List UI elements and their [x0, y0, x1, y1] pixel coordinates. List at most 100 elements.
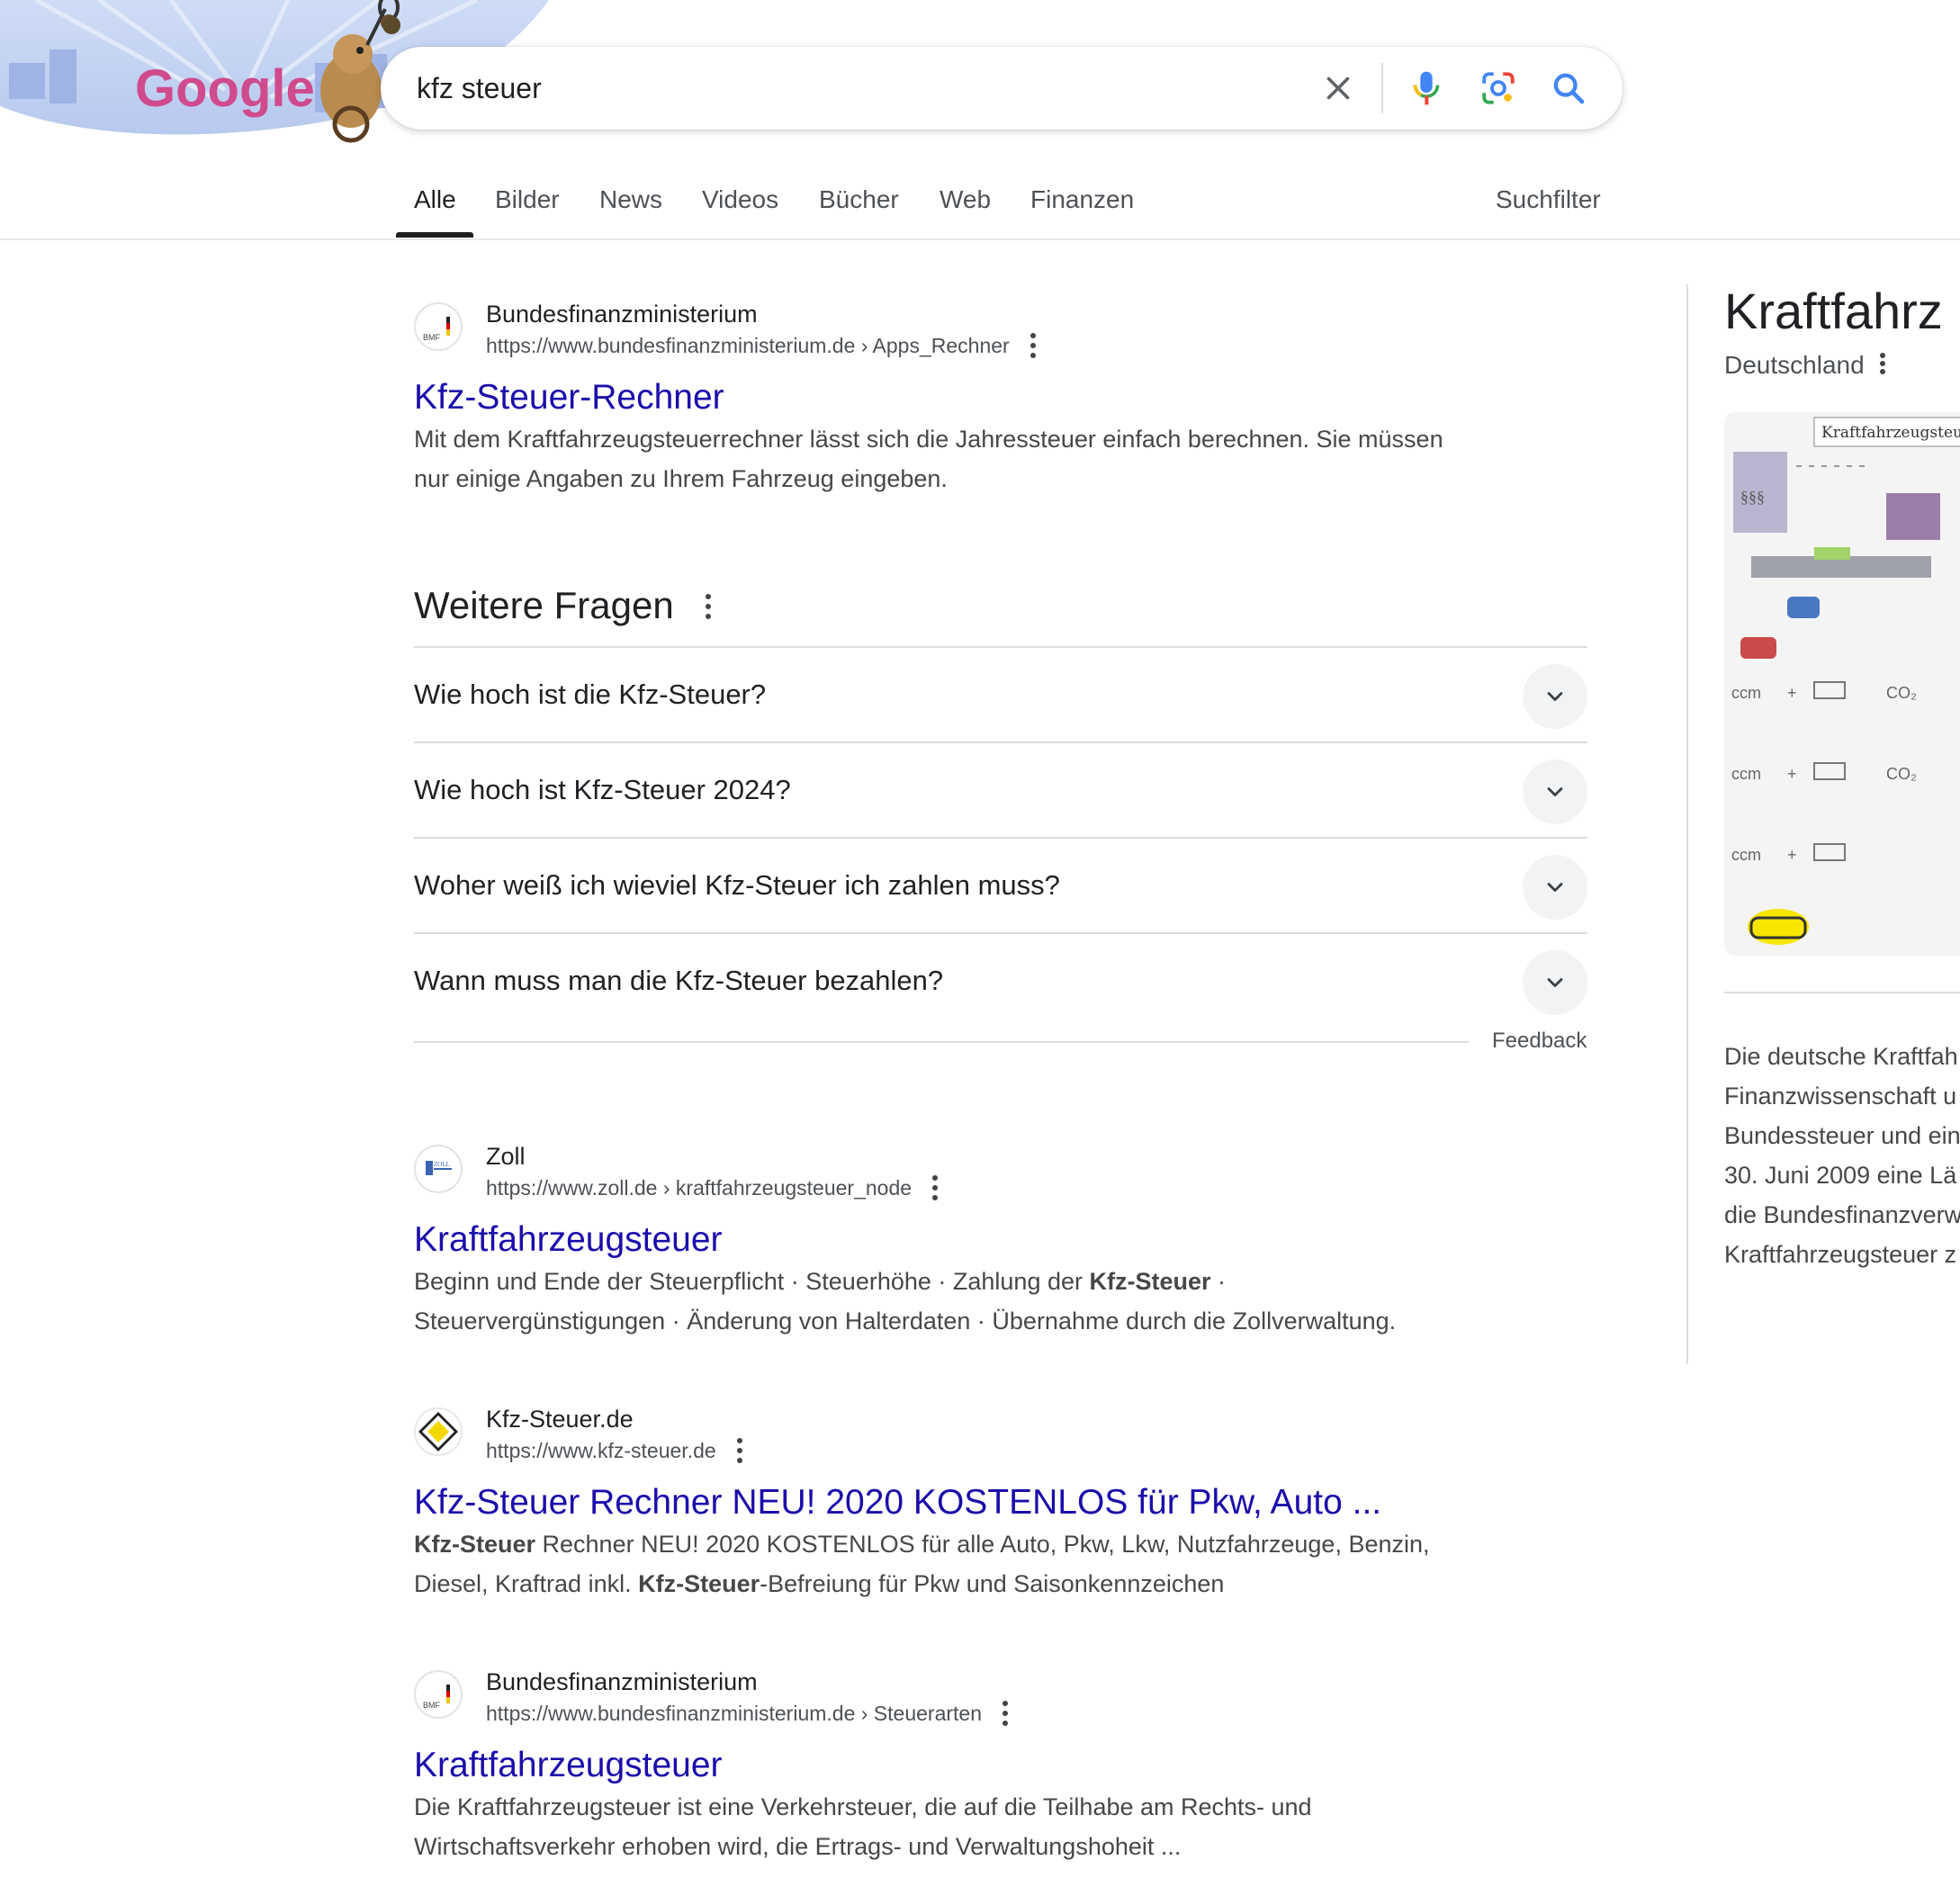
paa-bottom-divider: [414, 1041, 1469, 1043]
infographic-label: CO₂: [1886, 684, 1917, 702]
result-url-text: https://www.zoll.de › kraftfahrzeugsteue…: [486, 1176, 913, 1200]
infographic-heading: Kraftfahrzeugsteue: [1821, 424, 1960, 442]
infographic-label: CO₂: [1886, 765, 1917, 783]
more-options-icon[interactable]: [1002, 1700, 1009, 1726]
chevron-down-icon[interactable]: [1523, 950, 1587, 1015]
knowledge-panel-subtitle: Deutschland: [1724, 348, 1886, 382]
more-options-icon[interactable]: [931, 1174, 939, 1200]
snippet-text: Rechner NEU! 2020 KOSTENLOS für alle Aut…: [535, 1531, 1430, 1558]
infographic-image: Kraftfahrzeugsteue §§§ ccm + CO₂ ccm + C…: [1724, 412, 1960, 956]
snippet-line: Wirtschaftsverkehr erhoben wird, die Ert…: [414, 1833, 1182, 1860]
tab-web[interactable]: Web: [940, 184, 991, 216]
priority-road-sign-icon: [414, 1407, 463, 1456]
svg-text:BMF: BMF: [423, 333, 441, 342]
result-snippet: Beginn und Ende der Steuerpflicht · Steu…: [414, 1262, 1521, 1341]
infographic-label: +: [1787, 765, 1797, 783]
more-options-icon[interactable]: [1879, 352, 1886, 378]
snippet-line: nur einige Angaben zu Ihrem Fahrzeug ein…: [414, 465, 948, 492]
more-options-icon[interactable]: [736, 1437, 743, 1463]
chevron-down-icon[interactable]: [1523, 855, 1587, 920]
tab-alle[interactable]: Alle: [414, 184, 456, 216]
result-snippet: Mit dem Kraftfahrzeugsteuerrechner lässt…: [414, 419, 1521, 499]
paa-question: Woher weiß ich wieviel Kfz-Steuer ich za…: [414, 869, 1060, 901]
snippet-line: Steuervergünstigungen · Änderung von Hal…: [414, 1307, 1397, 1334]
result-title-link[interactable]: Kfz-Steuer-Rechner: [414, 374, 724, 421]
result-url-text: https://www.kfz-steuer.de: [486, 1439, 716, 1462]
paa-title-text: Weitere Fragen: [414, 584, 674, 626]
snippet-text: Diesel, Kraftrad inkl.: [414, 1570, 639, 1597]
kp-desc-line: die Bundesfinanzverw: [1724, 1201, 1960, 1228]
paa-question-row[interactable]: Wann muss man die Kfz-Steuer bezahlen?: [414, 932, 1587, 1029]
microphone-icon[interactable]: [1405, 67, 1448, 110]
paa-question-row[interactable]: Wie hoch ist Kfz-Steuer 2024?: [414, 741, 1587, 838]
tab-bilder[interactable]: Bilder: [495, 184, 560, 216]
paa-question: Wie hoch ist Kfz-Steuer 2024?: [414, 774, 791, 805]
kp-desc-line: Kraftfahrzeugsteuer z: [1724, 1241, 1957, 1268]
snippet-text: -Befreiung für Pkw und Saisonkennzeichen: [760, 1570, 1225, 1597]
result-snippet: Die Kraftfahrzeugsteuer ist eine Verkehr…: [414, 1787, 1521, 1866]
result-url-text: https://www.bundesfinanzministerium.de ›…: [486, 334, 1010, 357]
result-url[interactable]: https://www.bundesfinanzministerium.de ›…: [486, 332, 1037, 360]
snippet-text: ·: [1210, 1268, 1227, 1295]
snippet-bold: Kfz-Steuer: [638, 1570, 760, 1597]
tab-finanzen[interactable]: Finanzen: [1030, 184, 1134, 216]
people-also-ask-title: Weitere Fragen: [414, 580, 712, 631]
chevron-down-icon[interactable]: [1523, 664, 1587, 729]
infographic-label: §§§: [1740, 488, 1765, 506]
result-url[interactable]: https://www.kfz-steuer.de: [486, 1437, 743, 1465]
more-options-icon[interactable]: [705, 593, 712, 619]
feedback-link[interactable]: Feedback: [1492, 1026, 1587, 1056]
kp-desc-line: Die deutsche Kraftfah: [1724, 1043, 1958, 1070]
knowledge-panel-separator: [1724, 992, 1960, 993]
snippet-bold: Kfz-Steuer: [1089, 1268, 1211, 1295]
result-title-link[interactable]: Kfz-Steuer Rechner NEU! 2020 KOSTENLOS f…: [414, 1479, 1381, 1526]
tab-news[interactable]: News: [599, 184, 662, 216]
knowledge-panel-image[interactable]: Kraftfahrzeugsteue §§§ ccm + CO₂ ccm + C…: [1724, 412, 1960, 956]
infographic-label: +: [1787, 684, 1797, 702]
snippet-text: Beginn und Ende der Steuerpflicht · Steu…: [414, 1268, 1090, 1295]
svg-text:BMF: BMF: [423, 1701, 441, 1710]
search-filter-button[interactable]: Suchfilter: [1496, 184, 1601, 216]
camera-lens-icon[interactable]: [1477, 67, 1520, 110]
tabs-divider: [0, 238, 1960, 240]
result-snippet: Kfz-Steuer Rechner NEU! 2020 KOSTENLOS f…: [414, 1524, 1521, 1604]
clear-icon[interactable]: [1317, 67, 1360, 110]
result-site-name[interactable]: Bundesfinanzministerium: [486, 1667, 758, 1697]
result-site-name[interactable]: Kfz-Steuer.de: [486, 1404, 634, 1434]
snippet-line: Diesel, Kraftrad inkl. Kfz-Steuer-Befrei…: [414, 1564, 1521, 1604]
snippet-bold: Kfz-Steuer: [414, 1531, 536, 1558]
snippet-line: Kfz-Steuer Rechner NEU! 2020 KOSTENLOS f…: [414, 1524, 1521, 1564]
infographic-label: ccm: [1731, 846, 1761, 864]
kp-desc-line: 30. Juni 2009 eine Lä: [1724, 1162, 1957, 1189]
result-url[interactable]: https://www.zoll.de › kraftfahrzeugsteue…: [486, 1174, 939, 1202]
zoll-logo-icon: ZOLL: [414, 1145, 463, 1193]
result-title-link[interactable]: Kraftfahrzeugsteuer: [414, 1217, 723, 1263]
bmf-logo-icon: BMF: [414, 1670, 463, 1719]
knowledge-panel-title: Kraftfahrz: [1724, 283, 1943, 339]
tab-buecher[interactable]: Bücher: [819, 184, 899, 216]
result-title-link[interactable]: Kraftfahrzeugsteuer: [414, 1742, 723, 1789]
search-icon[interactable]: [1547, 67, 1590, 110]
more-options-icon[interactable]: [1029, 332, 1037, 358]
result-site-name[interactable]: Bundesfinanzministerium: [486, 299, 758, 329]
result-url[interactable]: https://www.bundesfinanzministerium.de ›…: [486, 1700, 1009, 1728]
result-url-text: https://www.bundesfinanzministerium.de ›…: [486, 1702, 982, 1725]
paa-question-row[interactable]: Woher weiß ich wieviel Kfz-Steuer ich za…: [414, 837, 1587, 933]
kp-desc-line: Bundessteuer und ein: [1724, 1122, 1960, 1149]
kp-desc-line: Finanzwissenschaft u: [1724, 1083, 1957, 1110]
snippet-line: Mit dem Kraftfahrzeugsteuerrechner lässt…: [414, 426, 1443, 453]
paa-question-row[interactable]: Wie hoch ist die Kfz-Steuer?: [414, 646, 1587, 742]
svg-text:ZOLL: ZOLL: [434, 1161, 450, 1168]
knowledge-panel-description: Die deutsche Kraftfah Finanzwissenschaft…: [1724, 1037, 1960, 1274]
infographic-label: ccm: [1731, 765, 1761, 783]
result-site-name[interactable]: Zoll: [486, 1141, 526, 1172]
search-input[interactable]: kfz steuer: [417, 67, 1281, 110]
infographic-label: +: [1787, 846, 1797, 864]
search-box[interactable]: kfz steuer: [381, 47, 1623, 130]
searchbox-divider: [1381, 63, 1383, 113]
chevron-down-icon[interactable]: [1523, 759, 1587, 824]
infographic-label: ccm: [1731, 684, 1761, 702]
tab-videos[interactable]: Videos: [702, 184, 778, 216]
snippet-line: Die Kraftfahrzeugsteuer ist eine Verkehr…: [414, 1793, 1312, 1820]
active-tab-indicator: [396, 232, 473, 238]
